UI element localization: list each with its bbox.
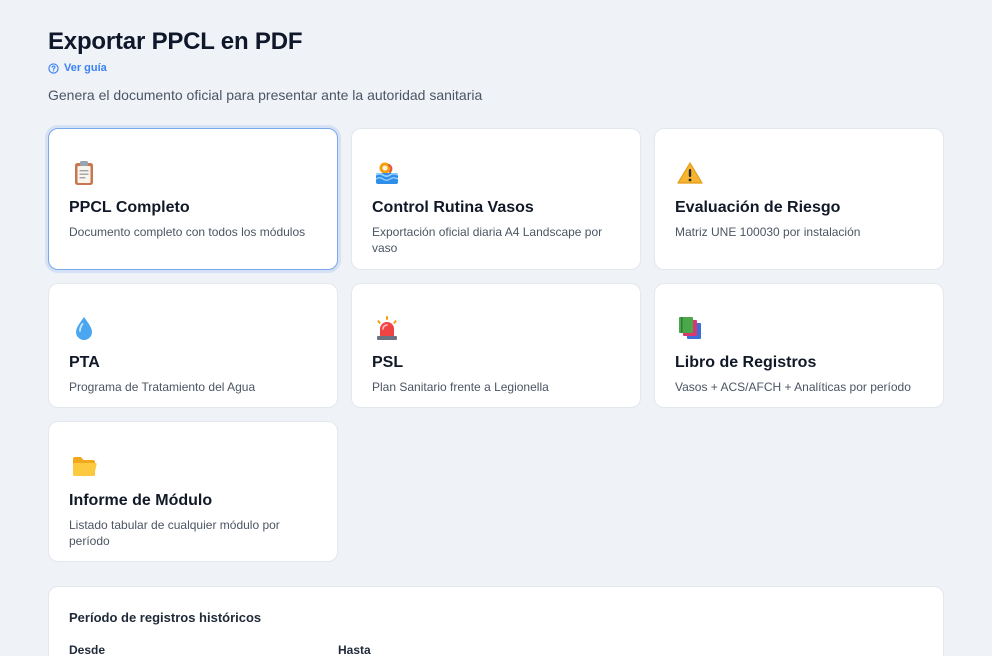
period-title: Período de registros históricos — [69, 610, 262, 625]
page-subtitle: Genera el documento oficial para present… — [48, 87, 483, 103]
to-date-label: Hasta — [338, 643, 371, 656]
export-card-libro-registros[interactable]: Libro de Registros Vasos + ACS/AFCH + An… — [654, 283, 944, 408]
card-title: PTA — [69, 354, 100, 371]
export-card-psl[interactable]: PSL Plan Sanitario frente a Legionella — [351, 283, 641, 408]
card-title: Informe de Módulo — [69, 492, 213, 509]
help-circle-icon — [48, 62, 59, 74]
card-description: Programa de Tratamiento del Agua — [69, 380, 256, 394]
siren-icon — [373, 314, 401, 342]
card-description: Matriz UNE 100030 por instalación — [675, 225, 861, 239]
water-drop-icon — [70, 314, 98, 342]
guide-link-label: Ver guía — [64, 62, 107, 74]
card-description: Listado tabular de cualquier módulo por … — [69, 518, 280, 548]
card-description: Documento completo con todos los módulos — [69, 225, 306, 239]
export-card-informe-modulo[interactable]: Informe de Módulo Listado tabular de cua… — [48, 421, 338, 562]
from-date-label: Desde — [69, 643, 106, 656]
card-title: PSL — [372, 354, 404, 371]
card-description: Vasos + ACS/AFCH + Analíticas por períod… — [675, 380, 911, 394]
books-icon — [676, 314, 704, 342]
export-card-evaluacion-riesgo[interactable]: Evaluación de Riesgo Matriz UNE 100030 p… — [654, 128, 944, 270]
card-description: Plan Sanitario frente a Legionella — [372, 380, 549, 394]
card-title: Evaluación de Riesgo — [675, 199, 841, 216]
export-card-pta[interactable]: PTA Programa de Tratamiento del Agua — [48, 283, 338, 408]
guide-link[interactable]: Ver guía — [48, 62, 107, 74]
historical-period-panel: Período de registros históricos Desde Ha… — [48, 586, 944, 656]
pool-icon — [373, 159, 401, 187]
card-title: Libro de Registros — [675, 354, 817, 371]
card-description: Exportación oficial diaria A4 Landscape … — [372, 225, 603, 255]
folder-icon — [70, 452, 98, 480]
export-options-grid: PPCL Completo Documento completo con tod… — [48, 128, 944, 562]
page-title: Exportar PPCL en PDF — [48, 28, 303, 55]
card-title: Control Rutina Vasos — [372, 199, 534, 216]
card-title: PPCL Completo — [69, 199, 190, 216]
warning-icon — [676, 159, 704, 187]
clipboard-icon — [70, 159, 98, 187]
export-card-control-rutina-vasos[interactable]: Control Rutina Vasos Exportación oficial… — [351, 128, 641, 270]
export-card-ppcl-completo[interactable]: PPCL Completo Documento completo con tod… — [48, 128, 338, 270]
